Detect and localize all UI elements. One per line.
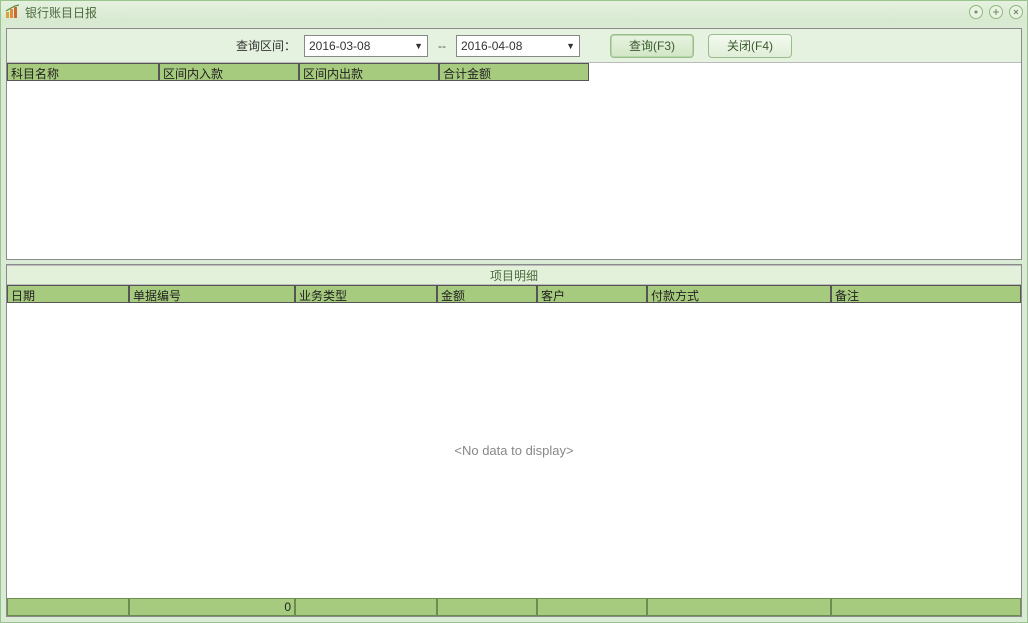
close-button[interactable] <box>1009 5 1023 19</box>
date-to-field[interactable]: 2016-04-08 ▼ <box>456 35 580 57</box>
footer-doc-no: 0 <box>129 598 295 616</box>
chevron-down-icon: ▼ <box>566 41 575 51</box>
detail-table-header: 日期 单据编号 业务类型 金额 客户 付款方式 备注 <box>7 285 1021 303</box>
no-data-label: <No data to display> <box>454 443 573 458</box>
col-doc-no[interactable]: 单据编号 <box>129 285 295 303</box>
col-customer[interactable]: 客户 <box>537 285 647 303</box>
maximize-button[interactable] <box>989 5 1003 19</box>
date-from-field[interactable]: 2016-03-08 ▼ <box>304 35 428 57</box>
footer-pay-method <box>647 598 831 616</box>
footer-customer <box>537 598 647 616</box>
col-pay-method[interactable]: 付款方式 <box>647 285 831 303</box>
footer-biz-type <box>295 598 437 616</box>
titlebar: 银行账目日报 <box>1 1 1027 23</box>
chevron-down-icon: ▼ <box>414 41 423 51</box>
footer-remark <box>831 598 1021 616</box>
date-from-value: 2016-03-08 <box>309 39 370 53</box>
footer-amount <box>437 598 537 616</box>
date-separator: -- <box>434 39 450 53</box>
col-remark[interactable]: 备注 <box>831 285 1021 303</box>
query-label: 查询区间： <box>236 37 298 54</box>
summary-table-body[interactable] <box>7 81 1021 259</box>
col-total-amount[interactable]: 合计金额 <box>439 63 589 81</box>
col-out-amount[interactable]: 区间内出款 <box>299 63 439 81</box>
col-date[interactable]: 日期 <box>7 285 129 303</box>
window-title: 银行账目日报 <box>25 4 969 21</box>
col-subject-name[interactable]: 科目名称 <box>7 63 159 81</box>
query-bar: 查询区间： 2016-03-08 ▼ -- 2016-04-08 ▼ 查询(F3… <box>7 29 1021 63</box>
close-panel-button[interactable]: 关闭(F4) <box>708 34 792 58</box>
col-amount[interactable]: 金额 <box>437 285 537 303</box>
footer-date <box>7 598 129 616</box>
col-biz-type[interactable]: 业务类型 <box>295 285 437 303</box>
summary-panel: 查询区间： 2016-03-08 ▼ -- 2016-04-08 ▼ 查询(F3… <box>6 28 1022 260</box>
detail-footer-row: 0 <box>7 598 1021 616</box>
col-in-amount[interactable]: 区间内入款 <box>159 63 299 81</box>
app-icon <box>5 4 21 20</box>
detail-table-body[interactable]: <No data to display> <box>7 303 1021 598</box>
detail-title: 项目明细 <box>7 265 1021 285</box>
date-to-value: 2016-04-08 <box>461 39 522 53</box>
search-button[interactable]: 查询(F3) <box>610 34 694 58</box>
minimize-button[interactable] <box>969 5 983 19</box>
detail-panel: 项目明细 日期 单据编号 业务类型 金额 客户 付款方式 备注 <No data… <box>6 264 1022 617</box>
summary-table-header: 科目名称 区间内入款 区间内出款 合计金额 <box>7 63 1021 81</box>
